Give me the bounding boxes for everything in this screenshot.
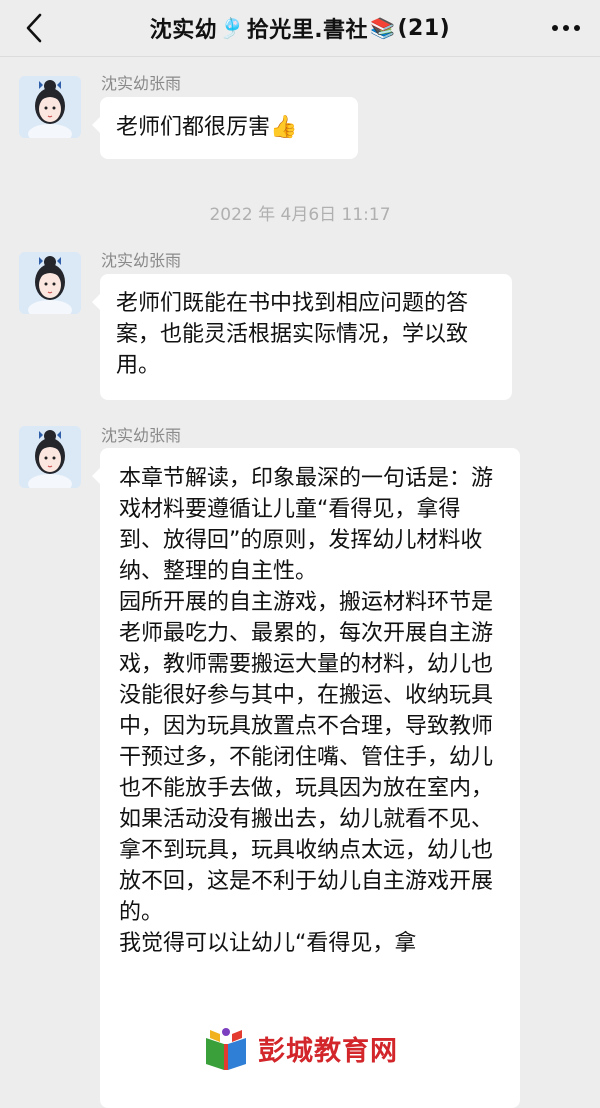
member-count: (21) <box>397 15 451 41</box>
sender-name: 沈实幼张雨 <box>101 74 182 93</box>
avatar[interactable] <box>19 426 81 488</box>
avatar[interactable] <box>19 76 81 138</box>
more-dots-icon <box>552 25 558 31</box>
timestamp: 2022 年 4月6日 11:17 <box>209 205 391 225</box>
avatar[interactable] <box>19 252 81 314</box>
chat-title: 沈实幼 🎐 拾光里.書社 📚 (21) <box>150 12 450 44</box>
back-chevron-icon <box>26 13 42 43</box>
sender-name: 沈实幼张雨 <box>101 251 182 270</box>
watermark-text: 彭城教育网 <box>258 1035 398 1067</box>
message-bubble[interactable]: 老师们既能在书中找到相应问题的答案，也能灵活根据实际情况，学以致用。 <box>92 274 512 400</box>
message-paragraph: 我觉得可以让幼儿“看得见，拿 <box>119 931 417 956</box>
sender-name: 沈实幼张雨 <box>101 426 182 445</box>
avatar-girl-icon <box>19 252 81 314</box>
back-button[interactable] <box>14 8 54 48</box>
message-bubble[interactable]: 老师们都很厉害👍 <box>92 97 358 159</box>
more-options-button[interactable] <box>546 14 586 42</box>
more-dot <box>563 25 569 31</box>
message-paragraph: 园所开展的自主游戏，搬运材料环节是老师最吃力、最累的，每次开展自主游戏，教师需要… <box>119 590 494 925</box>
title-group-name: 沈实幼 <box>149 18 218 43</box>
chat-header: 沈实幼 🎐 拾光里.書社 📚 (21) <box>0 0 600 57</box>
message-bubble[interactable]: 本章节解读，印象最深的一句话是：游戏材料要遵循让儿童“看得见，拿得到、放得回”的… <box>92 448 520 1108</box>
thumbs-up-icon: 👍 <box>270 115 298 140</box>
message-paragraph: 本章节解读，印象最深的一句话是：游戏材料要遵循让儿童“看得见，拿得到、放得回”的… <box>119 466 494 584</box>
wind-chime-emoji: 🎐 <box>219 16 245 40</box>
watermark-logo-icon <box>206 1028 246 1070</box>
message-text: 老师们既能在书中找到相应问题的答案，也能灵活根据实际情况，学以致用。 <box>116 291 469 378</box>
books-emoji: 📚 <box>370 16 396 40</box>
avatar-girl-icon <box>19 76 81 138</box>
message-text: 老师们都很厉害 <box>116 115 271 140</box>
more-dot <box>574 25 580 31</box>
title-club-name: 拾光里.書社 <box>246 18 369 43</box>
avatar-girl-icon <box>19 426 81 488</box>
watermark: 彭城教育网 <box>198 1018 408 1078</box>
